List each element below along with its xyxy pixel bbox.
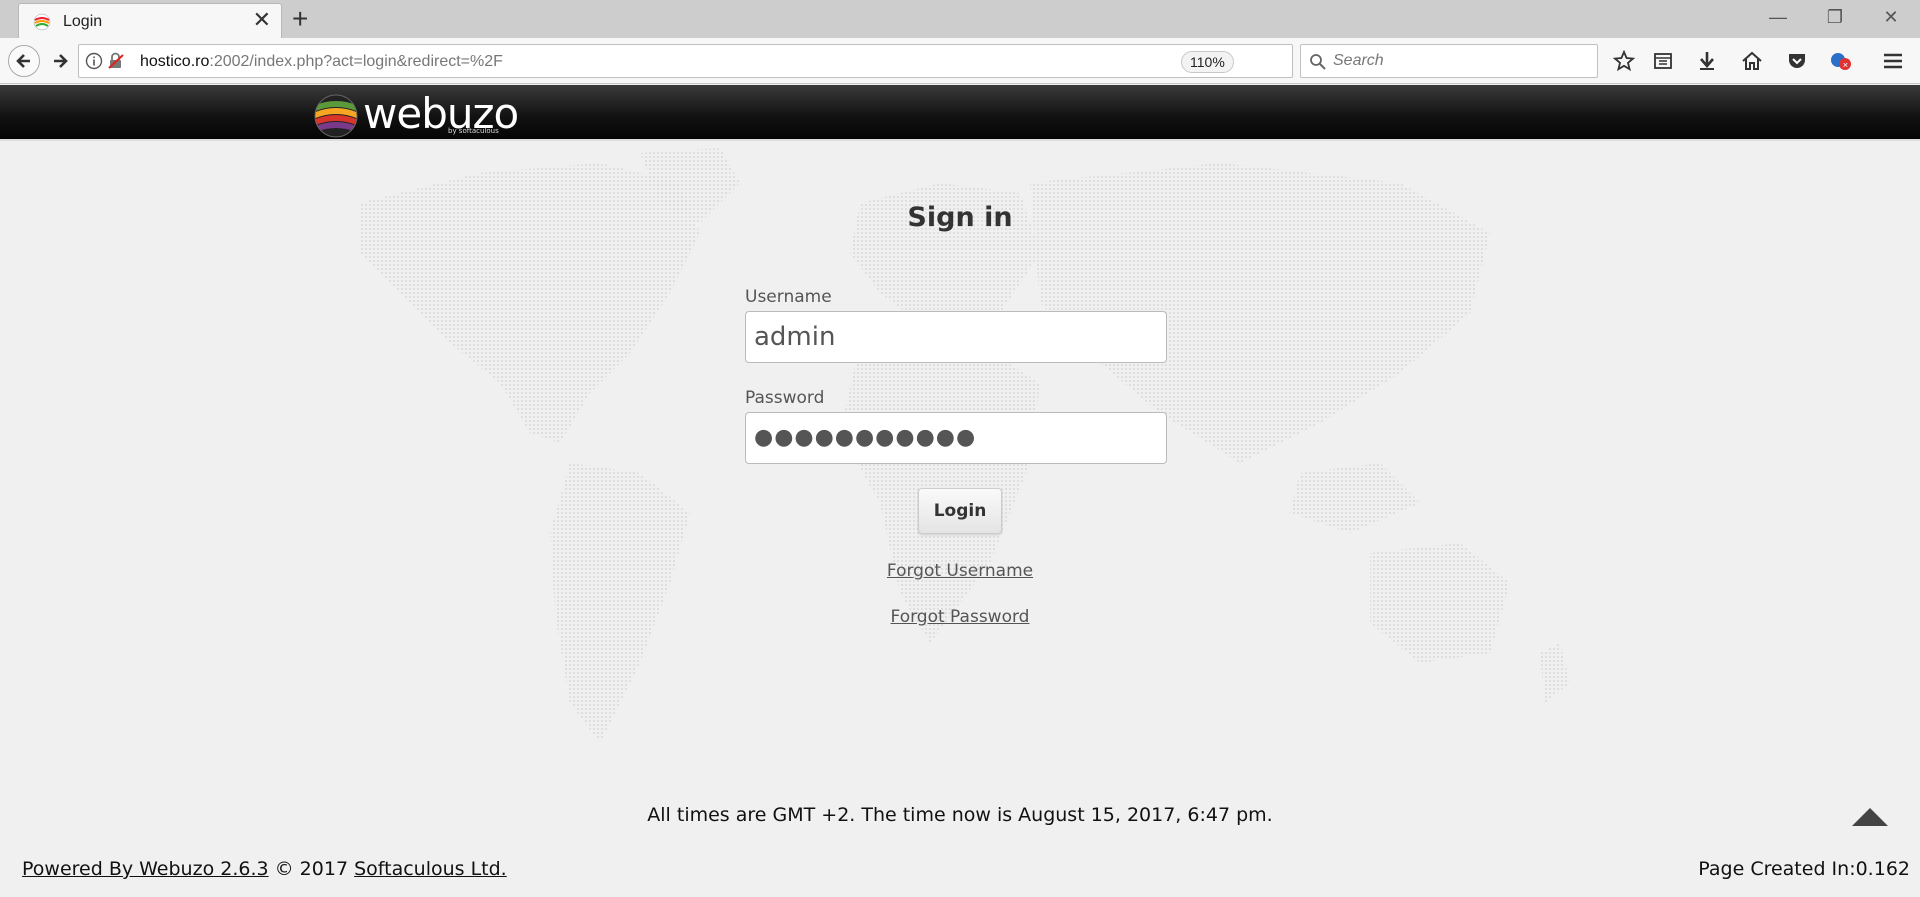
download-icon[interactable] bbox=[1692, 46, 1722, 76]
powered-by-link[interactable]: Powered By Webuzo 2.6.3 bbox=[22, 858, 269, 880]
search-input[interactable] bbox=[1333, 50, 1591, 72]
page-created-time: Page Created In:0.162 bbox=[1698, 858, 1910, 880]
webuzo-favicon-icon bbox=[33, 13, 51, 31]
webuzo-logo[interactable]: webuzo by softaculous bbox=[313, 89, 519, 139]
forgot-password-row: Forgot Password bbox=[0, 607, 1920, 627]
footer-credits: Powered By Webuzo 2.6.3 © 2017 Softaculo… bbox=[22, 858, 507, 880]
search-bar[interactable] bbox=[1300, 44, 1598, 78]
timezone-note: All times are GMT +2. The time now is Au… bbox=[647, 804, 1273, 826]
home-icon[interactable] bbox=[1737, 46, 1767, 76]
forward-button[interactable] bbox=[44, 45, 76, 77]
forward-arrow-icon bbox=[54, 54, 68, 68]
softaculous-link[interactable]: Softaculous Ltd. bbox=[354, 858, 507, 880]
window-close-icon[interactable]: ✕ bbox=[1871, 2, 1911, 32]
username-label: Username bbox=[745, 287, 832, 307]
hamburger-menu-icon[interactable] bbox=[1878, 46, 1908, 76]
login-button[interactable]: Login bbox=[918, 488, 1002, 534]
password-input[interactable]: ●●●●●●●●●●● bbox=[745, 412, 1167, 464]
forgot-username-link[interactable]: Forgot Username bbox=[887, 561, 1033, 581]
url-bar[interactable]: hostico.ro:2002/index.php?act=login&redi… bbox=[78, 44, 1360, 78]
pocket-icon[interactable] bbox=[1782, 46, 1812, 76]
insecure-lock-icon[interactable] bbox=[107, 52, 125, 70]
back-button[interactable] bbox=[8, 45, 40, 77]
restore-icon[interactable]: ❐ bbox=[1815, 2, 1855, 32]
logo-subtext: by softaculous bbox=[448, 127, 499, 135]
search-icon bbox=[1310, 54, 1326, 70]
new-tab-icon[interactable]: + bbox=[292, 4, 308, 34]
globe-logo-icon bbox=[314, 94, 358, 138]
password-label: Password bbox=[745, 388, 825, 408]
svg-text:✕: ✕ bbox=[1843, 62, 1849, 70]
minimize-icon[interactable]: — bbox=[1758, 2, 1798, 32]
info-icon[interactable] bbox=[85, 52, 103, 70]
tab-close-icon[interactable]: ✕ bbox=[253, 8, 271, 32]
forgot-username-row: Forgot Username bbox=[0, 561, 1920, 581]
scroll-to-top-icon[interactable] bbox=[1852, 808, 1888, 826]
reading-list-icon[interactable] bbox=[1648, 46, 1678, 76]
browser-tab-bar: Login ✕ + — ❐ ✕ bbox=[0, 0, 1920, 38]
zoom-level-badge[interactable]: 110% bbox=[1181, 51, 1234, 73]
forgot-password-link[interactable]: Forgot Password bbox=[891, 607, 1030, 627]
tab-title: Login bbox=[63, 13, 103, 30]
url-text[interactable]: hostico.ro:2002/index.php?act=login&redi… bbox=[140, 53, 503, 71]
extension-icon[interactable]: ✕ bbox=[1826, 46, 1856, 76]
browser-tab[interactable]: Login ✕ bbox=[18, 3, 282, 38]
site-header: webuzo by softaculous bbox=[0, 85, 1920, 141]
page-title: Sign in bbox=[907, 202, 1013, 233]
browser-nav-bar: hostico.ro:2002/index.php?act=login&redi… bbox=[0, 38, 1920, 84]
back-arrow-icon bbox=[16, 54, 30, 68]
bookmark-star-icon[interactable] bbox=[1609, 46, 1639, 76]
copyright-text: © 2017 bbox=[268, 858, 355, 880]
username-input[interactable] bbox=[745, 311, 1167, 363]
